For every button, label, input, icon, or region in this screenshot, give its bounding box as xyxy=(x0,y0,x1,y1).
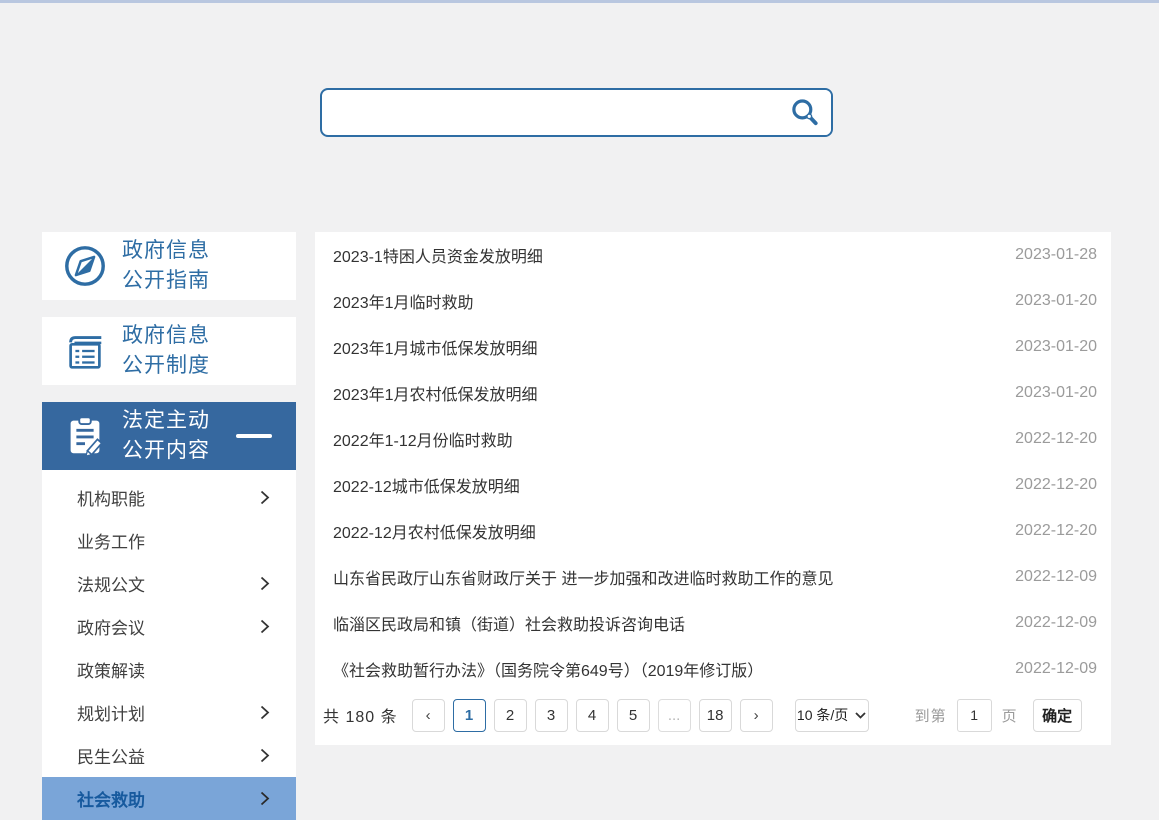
page-button-18[interactable]: 18 xyxy=(699,699,732,732)
page-button-3[interactable]: 3 xyxy=(535,699,568,732)
compass-icon xyxy=(62,243,108,289)
sidebar-card-open-system[interactable]: 政府信息 公开制度 xyxy=(42,317,296,385)
list-item[interactable]: 2023年1月临时救助 2023-01-20 xyxy=(315,278,1111,324)
page-button-5[interactable]: 5 xyxy=(617,699,650,732)
clipboard-pencil-icon xyxy=(62,413,108,459)
article-title[interactable]: 山东省民政厅山东省财政厅关于 进一步加强和改进临时救助工作的意见 xyxy=(333,565,833,589)
article-title[interactable]: 2022-12月农村低保发放明细 xyxy=(333,519,536,543)
list-item[interactable]: 2023年1月城市低保发放明细 2023-01-20 xyxy=(315,324,1111,370)
list-item[interactable]: 2022-12月农村低保发放明细 2022-12-20 xyxy=(315,508,1111,554)
search-bar xyxy=(320,88,833,137)
page-button-4[interactable]: 4 xyxy=(576,699,609,732)
article-title[interactable]: 2023年1月临时救助 xyxy=(333,289,474,313)
search-input[interactable] xyxy=(322,90,779,135)
sidebar-item-jigouzhineng[interactable]: 机构职能 xyxy=(42,476,296,519)
chevron-down-icon xyxy=(855,712,866,719)
search-button[interactable] xyxy=(779,90,831,135)
article-date: 2022-12-09 xyxy=(1015,568,1097,586)
article-date: 2023-01-20 xyxy=(1015,338,1097,356)
sidebar-item-shehuijiuzhu[interactable]: 社会救助 xyxy=(42,777,296,820)
top-accent-strip xyxy=(0,0,1159,3)
sidebar-card-label: 政府信息 公开指南 xyxy=(122,236,210,296)
next-page-button[interactable]: › xyxy=(740,699,773,732)
article-title[interactable]: 临淄区民政局和镇（街道）社会救助投诉咨询电话 xyxy=(333,611,685,635)
sidebar-item-minshenggongyi[interactable]: 民生公益 xyxy=(42,734,296,777)
goto-page-input[interactable] xyxy=(957,699,992,732)
sidebar-card-open-guide[interactable]: 政府信息 公开指南 xyxy=(42,232,296,300)
article-date: 2022-12-20 xyxy=(1015,476,1097,494)
sidebar-menu: 机构职能 业务工作 法规公文 政府会议 政策解读 规划计划 民生公益 社会救助 xyxy=(42,470,296,816)
sidebar-item-faguigongwen[interactable]: 法规公文 xyxy=(42,562,296,605)
article-title[interactable]: 2023-1特困人员资金发放明细 xyxy=(333,243,543,267)
article-date: 2022-12-09 xyxy=(1015,660,1097,678)
chevron-right-icon xyxy=(260,576,270,591)
list-item[interactable]: 2022年1-12月份临时救助 2022-12-20 xyxy=(315,416,1111,462)
chevron-right-icon xyxy=(260,791,270,806)
article-title[interactable]: 2023年1月农村低保发放明细 xyxy=(333,381,538,405)
list-item[interactable]: 山东省民政厅山东省财政厅关于 进一步加强和改进临时救助工作的意见 2022-12… xyxy=(315,554,1111,600)
list-item[interactable]: 2023-1特困人员资金发放明细 2023-01-28 xyxy=(315,232,1111,278)
article-date: 2022-12-09 xyxy=(1015,614,1097,632)
article-title[interactable]: 《社会救助暂行办法》（国务院令第649号）（2019年修订版） xyxy=(333,657,763,681)
sidebar-card-statutory-disclosure[interactable]: 法定主动 公开内容 xyxy=(42,402,296,470)
sidebar-card-label: 政府信息 公开制度 xyxy=(122,321,210,381)
total-count-label: 共 180 条 xyxy=(323,703,398,727)
article-title[interactable]: 2022年1-12月份临时救助 xyxy=(333,427,513,451)
ledger-icon xyxy=(62,328,108,374)
search-icon xyxy=(789,97,821,129)
page-button-1[interactable]: 1 xyxy=(453,699,486,732)
list-item[interactable]: 临淄区民政局和镇（街道）社会救助投诉咨询电话 2022-12-09 xyxy=(315,600,1111,646)
article-date: 2023-01-28 xyxy=(1015,246,1097,264)
pagination-bar: 共 180 条 ‹ 1 2 3 4 5 ... 18 › 10 条/页 到第 页… xyxy=(323,698,1101,732)
article-date: 2023-01-20 xyxy=(1015,384,1097,402)
page-button-2[interactable]: 2 xyxy=(494,699,527,732)
article-list: 2023-1特困人员资金发放明细 2023-01-28 2023年1月临时救助 … xyxy=(315,232,1111,692)
goto-page-unit: 页 xyxy=(1002,705,1017,726)
article-title[interactable]: 2022-12城市低保发放明细 xyxy=(333,473,520,497)
list-item[interactable]: 2023年1月农村低保发放明细 2023-01-20 xyxy=(315,370,1111,416)
confirm-button[interactable]: 确定 xyxy=(1033,699,1082,732)
chevron-right-icon xyxy=(260,619,270,634)
list-item[interactable]: 2022-12城市低保发放明细 2022-12-20 xyxy=(315,462,1111,508)
sidebar-item-zhengcejiedu[interactable]: 政策解读 xyxy=(42,648,296,691)
article-date: 2022-12-20 xyxy=(1015,522,1097,540)
article-list-panel: 2023-1特困人员资金发放明细 2023-01-28 2023年1月临时救助 … xyxy=(315,232,1111,745)
sidebar-item-zhengfuhuiyi[interactable]: 政府会议 xyxy=(42,605,296,648)
page-size-select[interactable]: 10 条/页 xyxy=(795,699,869,732)
article-date: 2022-12-20 xyxy=(1015,430,1097,448)
chevron-right-icon xyxy=(260,748,270,763)
prev-page-button[interactable]: ‹ xyxy=(412,699,445,732)
list-item[interactable]: 《社会救助暂行办法》（国务院令第649号）（2019年修订版） 2022-12-… xyxy=(315,646,1111,692)
chevron-right-icon xyxy=(260,490,270,505)
collapse-minus-icon[interactable] xyxy=(236,434,272,438)
page-ellipsis[interactable]: ... xyxy=(658,699,691,732)
article-title[interactable]: 2023年1月城市低保发放明细 xyxy=(333,335,538,359)
sidebar-item-guihuajihua[interactable]: 规划计划 xyxy=(42,691,296,734)
sidebar-card-label: 法定主动 公开内容 xyxy=(122,406,210,466)
article-date: 2023-01-20 xyxy=(1015,292,1097,310)
chevron-right-icon xyxy=(260,705,270,720)
sidebar-item-yewugongzuo[interactable]: 业务工作 xyxy=(42,519,296,562)
goto-page-label: 到第 xyxy=(915,705,947,726)
